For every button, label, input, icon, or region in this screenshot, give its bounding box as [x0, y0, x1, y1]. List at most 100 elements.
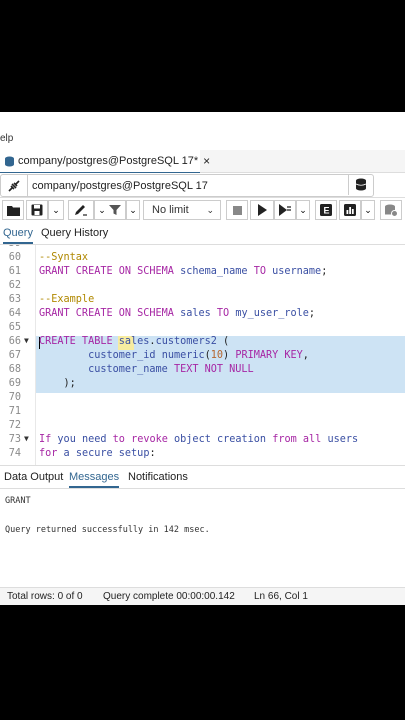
close-icon[interactable]: × [203, 154, 210, 168]
code-line: 68 customer_name TEXT NOT NULL [0, 364, 405, 378]
editor-tabs: Query Query History [0, 222, 405, 245]
edit-button[interactable] [68, 200, 94, 220]
line-number: 73 [8, 434, 21, 445]
play-options-icon [279, 204, 291, 216]
line-number: 69 [8, 378, 21, 389]
line-number: 60 [8, 252, 21, 263]
line-number: 67 [8, 350, 21, 361]
code-line: 61 GRANT CREATE ON SCHEMA schema_name TO… [0, 266, 405, 280]
connection-status-icon [1, 175, 28, 196]
connection-value: company/postgres@PostgreSQL 17 [32, 179, 208, 192]
code-text: customer_name TEXT NOT NULL [88, 364, 254, 375]
line-number: 59 [0, 245, 21, 249]
filter-button[interactable] [104, 200, 126, 220]
line-number: 70 [8, 392, 21, 403]
code-line: 70 [0, 392, 405, 406]
line-number: 71 [8, 406, 21, 417]
menu-bar: elp [0, 112, 405, 151]
tab-query-history[interactable]: Query History [41, 222, 108, 244]
database-stack-button[interactable] [348, 174, 373, 195]
code-line: 69 ); [0, 378, 405, 392]
fold-chevron-icon[interactable]: ▼ [24, 434, 29, 443]
code-line: 66 ▼ CREATE TABLE sales.customers2 ( [0, 336, 405, 350]
code-line: 67 customer_id numeric(10) PRIMARY KEY, [0, 350, 405, 364]
stop-icon [232, 205, 242, 215]
line-number: 61 [8, 266, 21, 277]
line-number: 62 [8, 280, 21, 291]
explain-icon: E [320, 204, 332, 216]
status-cursor-position: Ln 66, Col 1 [254, 591, 308, 602]
tab-data-output[interactable]: Data Output [4, 466, 63, 488]
line-number: 66 [8, 336, 21, 347]
line-number: 64 [8, 308, 21, 319]
explain-options-dropdown[interactable]: ⌄ [361, 200, 375, 220]
code-text: GRANT CREATE ON SCHEMA sales TO my_user_… [39, 308, 316, 319]
code-line: 71 [0, 406, 405, 420]
line-number: 63 [8, 294, 21, 305]
code-text: GRANT CREATE ON SCHEMA schema_name TO us… [39, 266, 328, 277]
stop-button[interactable] [226, 200, 248, 220]
connection-row: company/postgres@PostgreSQL 17 ⌄ [0, 173, 405, 198]
explain-analyze-button[interactable] [339, 200, 361, 220]
chevron-down-icon: ⌄ [206, 204, 214, 215]
explain-button[interactable]: E [315, 200, 337, 220]
code-text: If you need to revoke object creation fr… [39, 434, 359, 445]
code-line: 60 --Syntax [0, 252, 405, 266]
code-line: 64 GRANT CREATE ON SCHEMA sales TO my_us… [0, 308, 405, 322]
chevron-down-icon: ⌄ [364, 204, 372, 215]
tab-bar: company/postgres@PostgreSQL 17* × [0, 150, 405, 174]
query-tab[interactable]: company/postgres@PostgreSQL 17* × [0, 150, 210, 174]
execute-options-dropdown[interactable]: ⌄ [296, 200, 310, 220]
row-limit-value: No limit [152, 204, 189, 216]
commit-button[interactable] [380, 200, 402, 220]
filter-options-dropdown[interactable]: ⌄ [126, 200, 140, 220]
code-comment: --Syntax [39, 252, 89, 263]
svg-text:E: E [324, 206, 330, 216]
code-line: 62 [0, 280, 405, 294]
execute-button[interactable] [250, 200, 274, 220]
filter-icon [108, 205, 121, 215]
message-line: Query returned successfully in 142 msec. [5, 525, 210, 535]
line-number: 72 [8, 420, 21, 431]
line-number: 68 [8, 364, 21, 375]
database-commit-icon [385, 204, 398, 217]
save-icon [31, 204, 43, 216]
tab-messages[interactable]: Messages [69, 466, 120, 488]
status-total-rows: Total rows: 0 of 0 [7, 591, 83, 602]
query-tab-label: company/postgres@PostgreSQL 17* [18, 155, 199, 167]
chart-icon [344, 204, 356, 216]
open-file-button[interactable] [2, 200, 24, 220]
menu-help[interactable]: elp [0, 133, 13, 144]
chevron-down-icon: ⌄ [52, 204, 60, 215]
tab-notifications[interactable]: Notifications [128, 466, 188, 488]
query-toolbar: ⌄ ⌄ ⌄ No limit ⌄ ⌄ E ⌄ [0, 198, 405, 223]
line-number: 65 [8, 322, 21, 333]
line-number: 74 [8, 448, 21, 459]
execute-options-button[interactable] [274, 200, 296, 220]
sql-database-icon [4, 155, 15, 167]
tab-query[interactable]: Query [3, 222, 33, 244]
code-text: for a secure setup: [39, 448, 156, 459]
code-line: 65 [0, 322, 405, 336]
code-text: customer_id numeric(10) PRIMARY KEY, [88, 350, 309, 361]
connection-select[interactable]: company/postgres@PostgreSQL 17 ⌄ [0, 174, 374, 197]
chevron-down-icon: ⌄ [129, 204, 137, 215]
save-file-button[interactable] [26, 200, 48, 220]
chevron-down-icon: ⌄ [299, 204, 307, 215]
play-icon [258, 204, 267, 216]
row-limit-select[interactable]: No limit ⌄ [143, 200, 221, 220]
message-line: GRANT [5, 496, 31, 506]
results-panel: Data Output Messages Notifications GRANT… [0, 465, 405, 588]
code-line: 72 [0, 420, 405, 434]
code-line: 73 ▼ If you need to revoke object creati… [0, 434, 405, 448]
results-tabs: Data Output Messages Notifications [0, 466, 405, 489]
code-comment: --Example [39, 294, 95, 305]
save-options-dropdown[interactable]: ⌄ [48, 200, 64, 220]
fold-chevron-icon[interactable]: ▼ [24, 336, 29, 345]
database-icon [355, 178, 367, 191]
status-bar: Total rows: 0 of 0 Query complete 00:00:… [0, 587, 405, 605]
sql-editor[interactable]: 59 60 --Syntax 61 GRANT CREATE ON SCHEMA… [0, 245, 405, 465]
code-line: 74 for a secure setup: [0, 448, 405, 462]
status-query-complete: Query complete 00:00:00.142 [103, 591, 235, 602]
code-text: ); [39, 378, 76, 389]
